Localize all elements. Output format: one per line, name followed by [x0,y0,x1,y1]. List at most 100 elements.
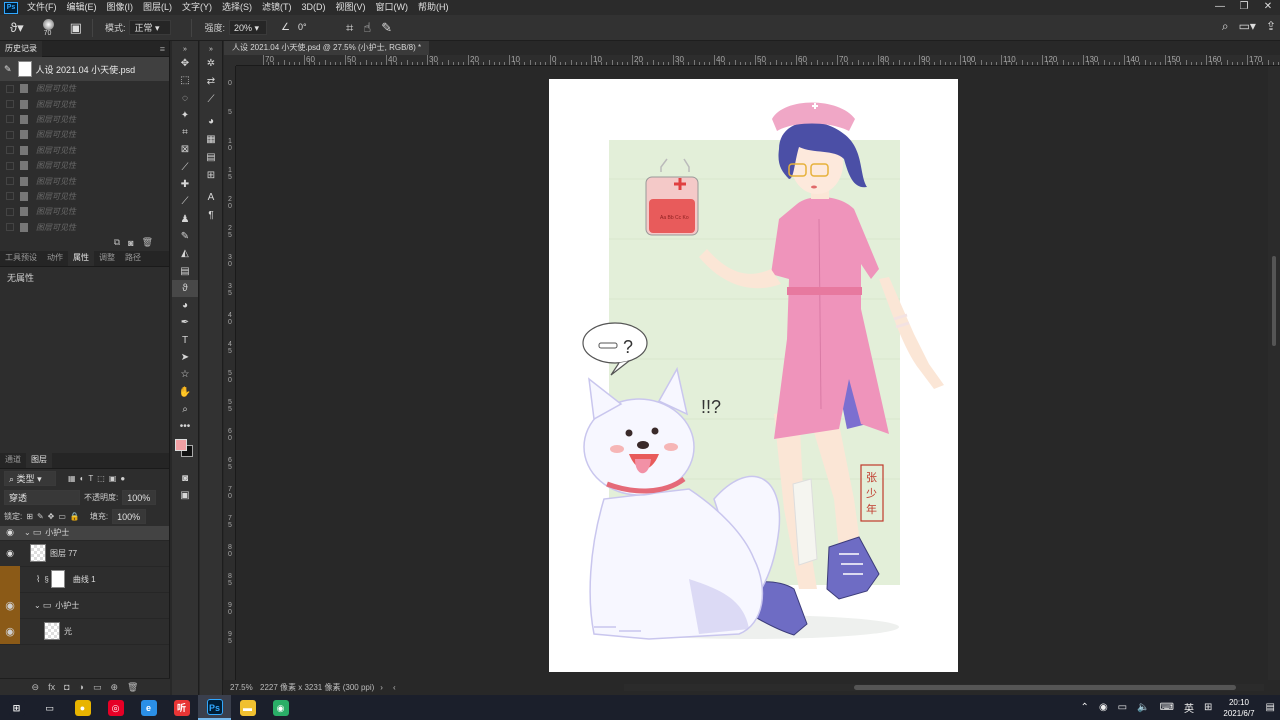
eye-icon[interactable]: ◉ [0,618,20,645]
eye-icon[interactable]: ◉ [0,527,20,538]
blend-mode-select[interactable]: 穿透 [4,489,80,505]
search-icon[interactable]: ⌕ [1222,19,1229,34]
checkbox-icon[interactable] [6,100,14,109]
workspace-icon[interactable]: ▭▾ [1239,19,1256,34]
tab-actions[interactable]: 动作 [42,250,68,266]
taskbar-app-file-explorer[interactable]: ▬ [231,695,264,720]
taskbar-app-app-red[interactable]: 听 [165,695,198,720]
frame-tool-icon[interactable]: ⊠ [172,141,198,158]
quick-mask-icon[interactable]: ◙ [172,470,198,487]
opacity-input[interactable]: 100% [122,489,157,505]
document-tab[interactable]: 人设 2021.04 小天使.psd @ 27.5% (小护士, RGB/8) … [224,41,429,66]
angle-input[interactable]: 0° [294,20,322,35]
paragraph-icon[interactable]: ¶ [200,207,222,225]
history-state[interactable]: 图层可见性 [0,127,169,142]
lock-transparent-icon[interactable]: ⊞ [26,512,33,521]
history-state[interactable]: 图层可见性 [0,204,169,219]
hand-tool-icon[interactable]: ✋ [172,384,198,401]
clone-stamp-tool-icon[interactable]: ♟ [172,211,198,228]
filter-toggle-icon[interactable]: ● [120,474,125,483]
history-state[interactable]: 图层可见性 [0,220,169,235]
more-tools-icon[interactable]: ••• [172,418,198,435]
vertical-scrollbar[interactable] [1268,66,1280,680]
filter-type-icon[interactable]: T [88,474,93,483]
brush-preset-picker[interactable]: 70 [38,17,60,39]
palette-icon[interactable]: ◕ [200,113,222,131]
menu-select[interactable]: 选择(S) [217,0,257,15]
pen-tool-icon[interactable]: ✒ [172,314,198,331]
trash-icon[interactable]: 🗑 [142,237,153,248]
checkbox-icon[interactable] [6,115,14,124]
taskbar-clock[interactable]: 20:10 2021/6/7 [1217,697,1260,719]
filter-adjustment-icon[interactable]: ◐ [80,474,85,483]
lock-pixels-icon[interactable]: ✎ [37,512,44,521]
menu-view[interactable]: 视图(V) [331,0,371,15]
move-tool-icon[interactable]: ✥ [172,55,198,72]
taskbar-app-photoshop[interactable]: Ps [198,695,231,720]
filter-shape-icon[interactable]: ⬚ [97,474,105,483]
magic-wand-tool-icon[interactable]: ✦ [172,107,198,124]
chevron-down-icon[interactable]: ⌄ [34,601,41,610]
taskbar-app-netease-music[interactable]: ◎ [99,695,132,720]
link-icon[interactable]: § [44,575,48,584]
layer-row[interactable]: ◉ ⌄ ▭ 小护士 [0,525,169,541]
lasso-tool-icon[interactable]: ◌ [172,90,198,107]
pressure-icon[interactable]: ✎ [381,20,392,36]
new-layer-icon[interactable]: ⊕ [110,682,118,693]
smudge-tool-preset-icon[interactable]: ϑ▾ [10,20,24,36]
menu-file[interactable]: 文件(F) [22,0,62,15]
eye-icon[interactable]: ◉ [0,548,20,559]
status-menu-icon[interactable]: › [380,683,383,692]
menu-filter[interactable]: 滤镜(T) [257,0,297,15]
chevron-down-icon[interactable]: ⌄ [24,528,31,537]
checkbox-icon[interactable] [6,207,14,216]
adjust-icon[interactable]: ⇄ [200,73,222,91]
strength-input[interactable]: 20% ▾ [228,20,267,35]
new-adjustment-icon[interactable]: ◑ [79,682,84,692]
keyboard-icon[interactable]: ⌨ [1155,702,1179,713]
type-tool-icon[interactable]: T [172,332,198,349]
checkbox-icon[interactable] [6,161,14,170]
gradient-tool-icon[interactable]: ▤ [172,263,198,280]
network-icon[interactable]: ▭ [1113,702,1132,713]
taskbar-app-chrome[interactable]: ● [66,695,99,720]
collapse-icon[interactable]: » [200,41,222,55]
camera-icon[interactable]: ◙ [128,238,133,248]
menu-3d[interactable]: 3D(D) [297,0,331,15]
layer-row[interactable]: ◉ 图层 77 [0,541,169,567]
lock-all-icon[interactable]: 🔒 [70,512,80,521]
taskbar-app-windows[interactable]: ⊞ [0,695,33,720]
smudge-tool-icon[interactable]: ϑ [172,279,198,298]
mode-select[interactable]: 正常 ▾ [129,20,172,35]
collapse-icon[interactable]: » [172,41,198,55]
fill-input[interactable]: 100% [112,508,147,524]
lock-artboard-icon[interactable]: ▭ [58,512,66,521]
patterns-icon[interactable]: ⊞ [200,167,222,185]
history-state[interactable]: 图层可见性 [0,96,169,111]
tab-adjustments[interactable]: 调整 [94,250,120,266]
layer-row[interactable]: ◉ 光 [0,618,169,645]
artboard[interactable]: Aa Bb Cc Ko ? !!? 张 少 年 [549,79,958,672]
input-method-indicator[interactable]: 英 [1179,700,1199,715]
hidden-eye-slot[interactable] [0,566,20,593]
share-icon[interactable]: ⇪ [1266,19,1276,34]
link-layers-icon[interactable]: ⊖ [32,682,40,693]
layer-row[interactable]: ◉ ⌄ ▭ 小护士 [0,592,169,619]
ime-mode-icon[interactable]: ⊞ [1199,702,1217,713]
brush-tool-icon[interactable]: ⟋ [172,193,198,210]
scrollbar-thumb[interactable] [854,685,1236,690]
tab-properties[interactable]: 属性 [68,250,94,267]
shape-tool-icon[interactable]: ☆ [172,366,198,383]
menu-edit[interactable]: 编辑(E) [62,0,102,15]
eyedropper-tool-icon[interactable]: ⟋ [172,159,198,176]
taskbar-app-wechat[interactable]: ◉ [264,695,297,720]
history-brush-tool-icon[interactable]: ✎ [172,228,198,245]
menu-window[interactable]: 窗口(W) [371,0,414,15]
scrollbar-thumb[interactable] [1272,256,1276,346]
taskbar-app-task-view[interactable]: ▭ [33,695,66,720]
new-document-from-state-icon[interactable]: ⧉ [114,237,120,248]
panel-menu-icon[interactable]: ≡ [160,44,165,54]
scroll-left-icon[interactable]: ‹ [393,683,396,692]
tab-layers[interactable]: 图层 [26,452,52,469]
close-button[interactable]: ✕ [1256,0,1280,15]
